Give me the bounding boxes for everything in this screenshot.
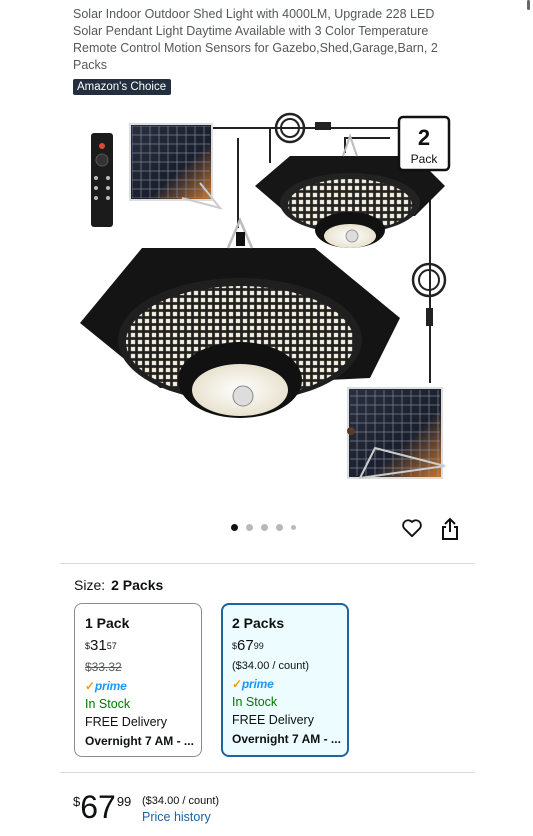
delivery-time: Overnight 7 AM - ... [232, 732, 341, 746]
price-history-link[interactable]: Price history [142, 810, 211, 824]
buybox-unit-price: ($34.00 / count) [142, 795, 220, 807]
amazons-choice-badge[interactable]: Amazon's Choice [73, 79, 172, 95]
divider [60, 772, 475, 773]
scrollbar[interactable] [527, 0, 530, 10]
product-image[interactable]: 2 Pack [60, 108, 475, 508]
stock-status: In Stock [85, 697, 131, 711]
buybox-price: $67 99 [73, 789, 132, 825]
share-icon[interactable] [440, 517, 460, 546]
prime-icon: ✓prime [232, 677, 274, 691]
option-price: $6799 [232, 637, 264, 654]
option-list-price: $33.32 [85, 660, 122, 674]
gallery-dots[interactable] [231, 524, 296, 531]
gallery-dot[interactable] [246, 524, 253, 531]
size-value: 2 Packs [111, 577, 164, 593]
size-option-1-pack[interactable]: 1 Pack $3157 $33.32 ✓prime In Stock FREE… [74, 603, 202, 757]
divider [60, 563, 475, 564]
gallery-dot[interactable] [276, 524, 283, 531]
stock-status: In Stock [232, 695, 278, 709]
delivery-text: FREE Delivery [232, 713, 314, 727]
prime-icon: ✓prime [85, 679, 127, 693]
size-selector-label: Size: 2 Packs [74, 577, 163, 593]
option-name: 2 Packs [232, 615, 285, 631]
gallery-dot[interactable] [231, 524, 238, 531]
size-option-2-packs[interactable]: 2 Packs $6799 ($34.00 / count) ✓prime In… [221, 603, 349, 757]
solar-light-image: 2 Pack [80, 112, 451, 480]
delivery-text: FREE Delivery [85, 715, 167, 729]
heart-icon[interactable] [401, 518, 423, 543]
size-label: Size: [74, 577, 106, 593]
pack-count-label: Pack [411, 152, 439, 166]
option-price: $3157 [85, 637, 117, 654]
option-name: 1 Pack [85, 615, 130, 631]
pack-count-number: 2 [418, 125, 430, 150]
gallery-dot[interactable] [261, 524, 268, 531]
delivery-time: Overnight 7 AM - ... [85, 734, 194, 748]
gallery-dot[interactable] [291, 525, 296, 530]
option-unit-price: ($34.00 / count) [232, 660, 310, 672]
product-title: Solar Indoor Outdoor Shed Light with 400… [73, 7, 438, 72]
